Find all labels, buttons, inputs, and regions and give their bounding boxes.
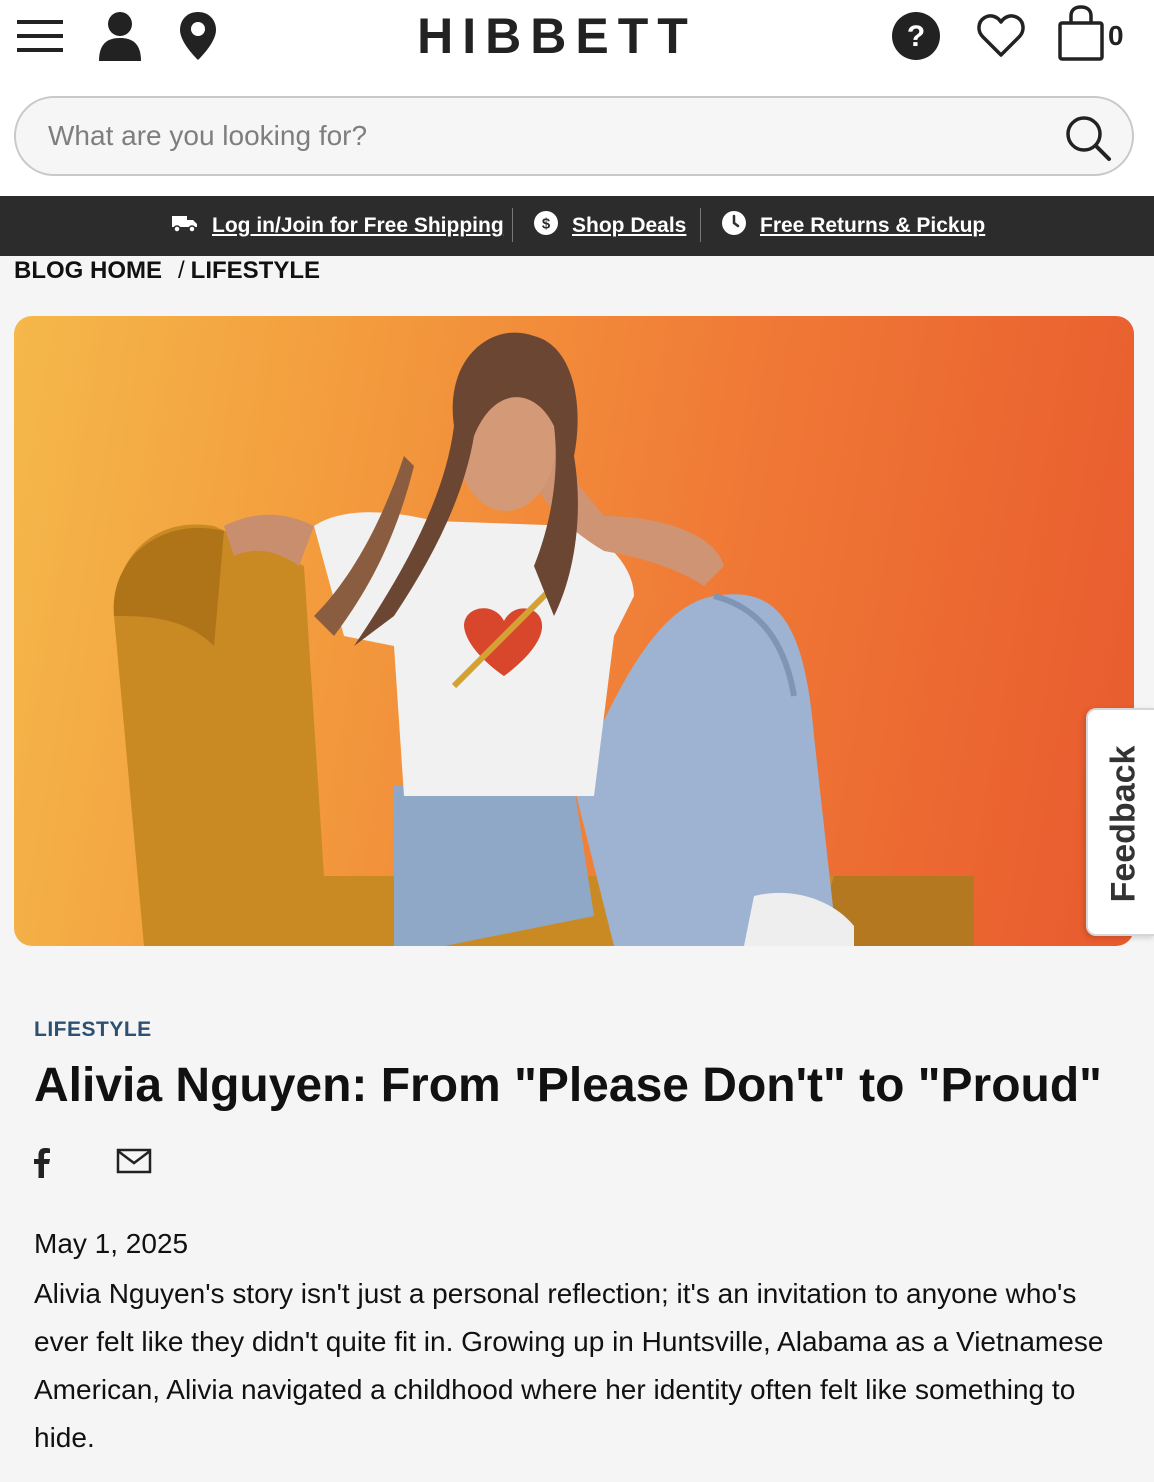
hero-image xyxy=(14,316,1134,946)
wishlist-icon[interactable] xyxy=(976,12,1026,60)
menu-icon[interactable] xyxy=(16,14,64,58)
help-icon[interactable]: ? xyxy=(890,10,942,62)
email-share[interactable] xyxy=(116,1146,152,1181)
promo-bar: Log in/Join for Free Shipping $ Shop Dea… xyxy=(0,196,1154,256)
breadcrumb-lifestyle[interactable]: LIFESTYLE xyxy=(191,257,320,285)
cart-count: 0 xyxy=(1108,20,1124,51)
dollar-icon: $ xyxy=(534,211,572,241)
breadcrumb-separator: / xyxy=(178,257,185,284)
site-header: HIBBETT ? 0 xyxy=(0,0,1154,196)
free-returns-label: Free Returns & Pickup xyxy=(760,214,986,237)
article-body: Alivia Nguyen's story isn't just a perso… xyxy=(34,1278,1104,1453)
search-bar xyxy=(14,96,1134,176)
clock-icon xyxy=(722,211,760,241)
svg-text:?: ? xyxy=(907,20,925,53)
feedback-tab[interactable]: Feedback xyxy=(1086,708,1154,936)
article-title: Alivia Nguyen: From "Please Don't" to "P… xyxy=(34,1059,1102,1112)
breadcrumb-blog-home[interactable]: BLOG HOME xyxy=(14,257,162,285)
svg-text:$: $ xyxy=(542,216,551,233)
article-category[interactable]: LIFESTYLE xyxy=(34,1018,152,1042)
breadcrumb: BLOG HOME / LIFESTYLE xyxy=(14,256,320,286)
search-icon[interactable] xyxy=(1064,114,1112,162)
hibbett-logo[interactable]: HIBBETT xyxy=(412,8,702,64)
hero-photo xyxy=(113,332,974,946)
free-shipping-link[interactable]: Log in/Join for Free Shipping xyxy=(172,208,504,244)
article-date: May 1, 2025 xyxy=(34,1228,189,1259)
free-returns-link[interactable]: Free Returns & Pickup xyxy=(722,208,985,244)
free-shipping-label: Log in/Join for Free Shipping xyxy=(212,214,504,237)
shop-deals-link[interactable]: $ Shop Deals xyxy=(534,208,686,244)
shop-deals-label: Shop Deals xyxy=(572,214,687,237)
promo-divider xyxy=(700,208,701,242)
email-icon xyxy=(116,1148,152,1180)
truck-icon xyxy=(172,214,212,238)
promo-divider xyxy=(512,208,513,242)
search-input[interactable] xyxy=(48,116,1008,156)
cart-icon[interactable] xyxy=(1056,4,1106,62)
facebook-share[interactable] xyxy=(30,1146,52,1183)
store-locator-icon[interactable] xyxy=(178,10,218,62)
facebook-icon xyxy=(30,1148,52,1182)
feedback-label: Feedback xyxy=(1104,745,1143,903)
account-icon[interactable] xyxy=(96,10,144,62)
